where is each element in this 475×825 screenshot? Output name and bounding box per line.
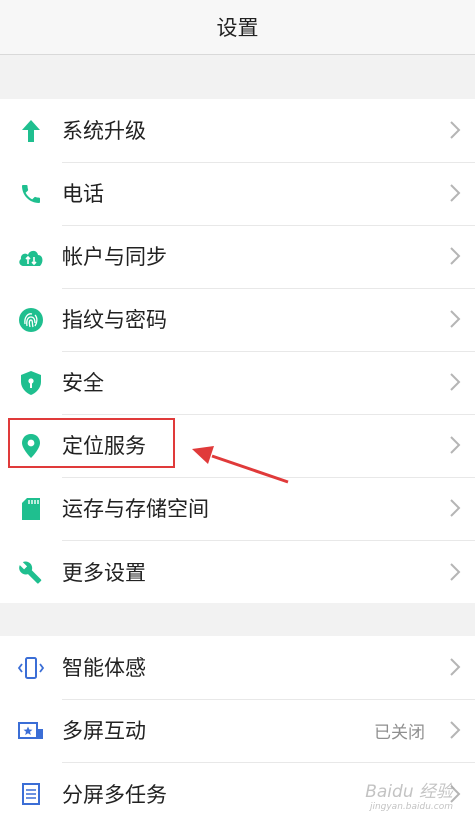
annotation-arrow	[192, 446, 289, 484]
watermark-logo: Baidu 经验 jingyan.baidu.com	[365, 777, 453, 812]
watermark-subtext: jingyan.baidu.com	[369, 802, 453, 812]
watermark-text: Baidu 经验	[365, 782, 453, 802]
